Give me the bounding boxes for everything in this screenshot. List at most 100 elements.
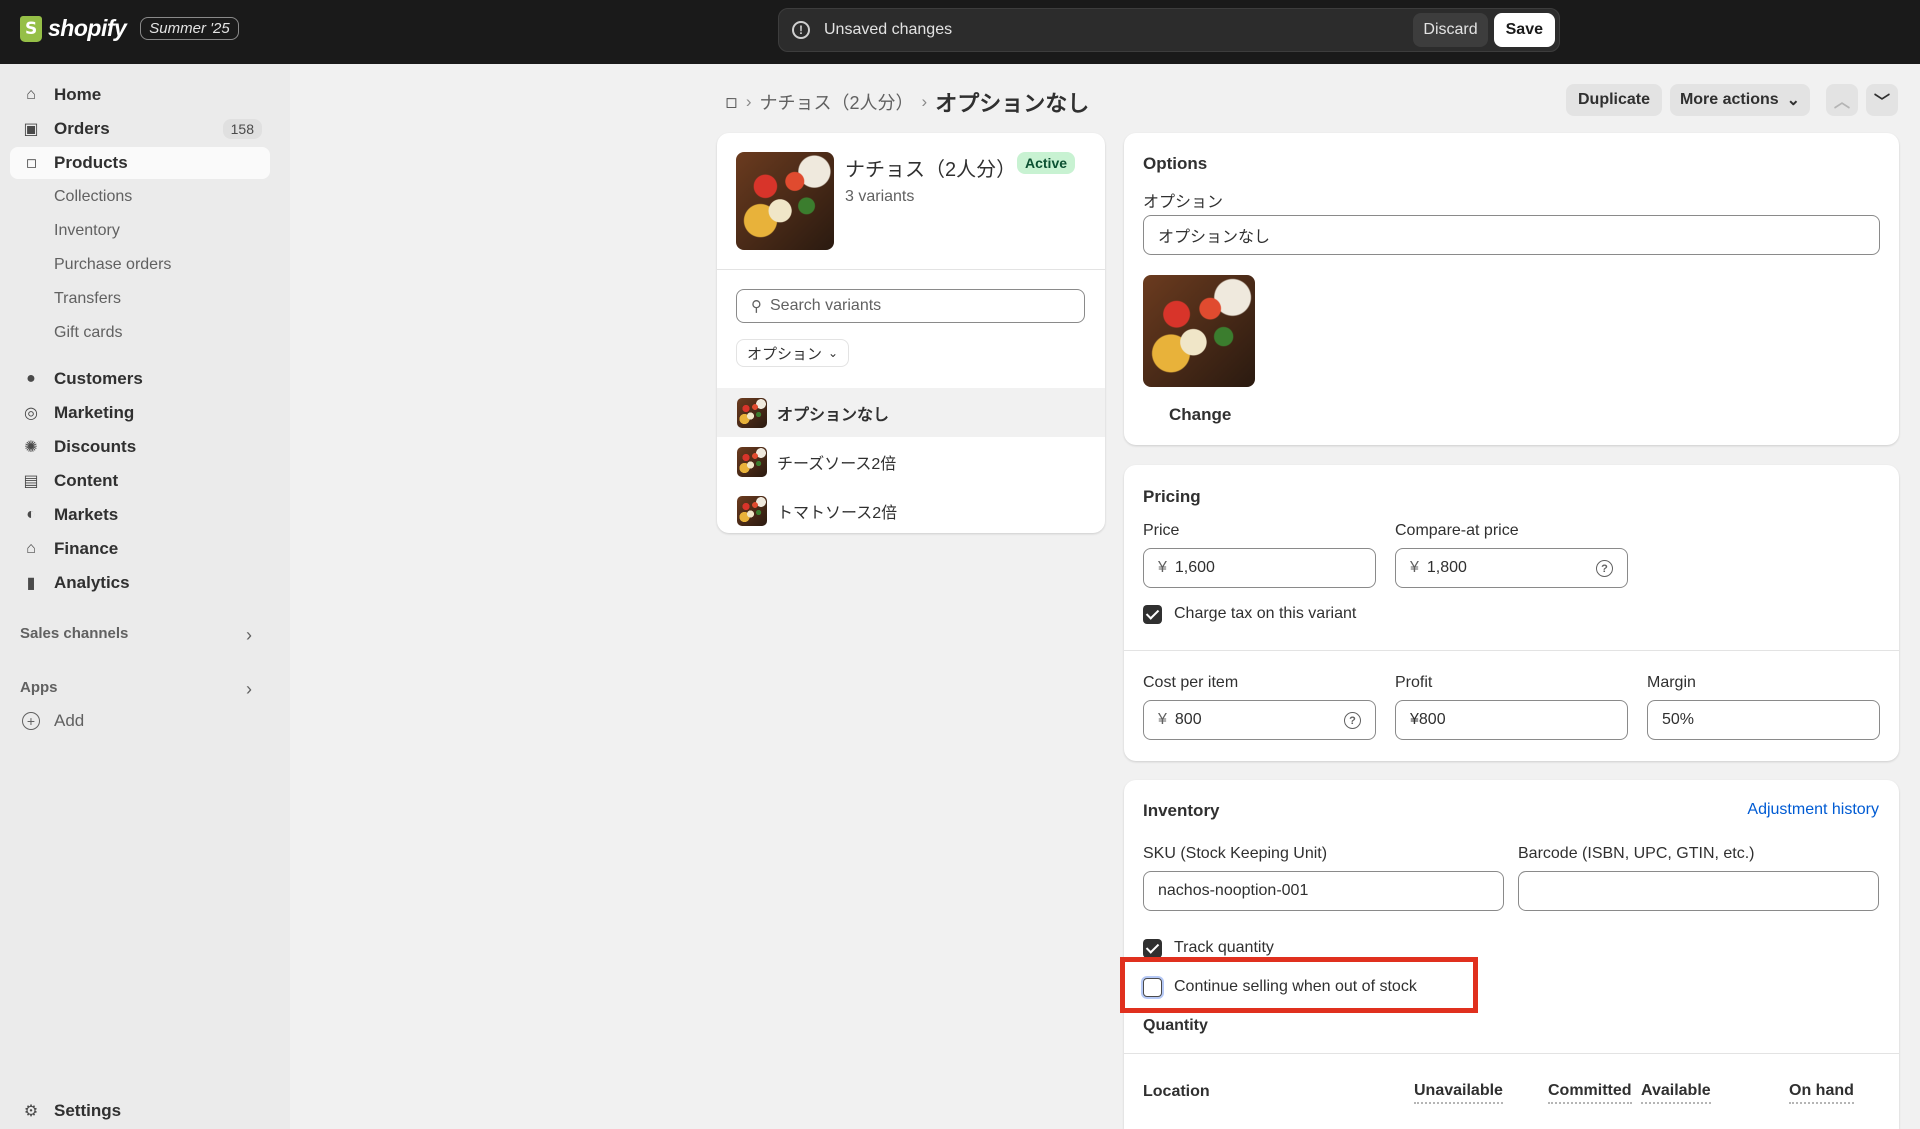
- adjustment-history-link[interactable]: Adjustment history: [1747, 801, 1879, 819]
- change-image-button[interactable]: Change: [1169, 405, 1231, 425]
- person-icon: ●: [26, 370, 36, 387]
- sidebar: ⌂ Home ▣ Orders 158 ◇ Products Collectio…: [0, 64, 290, 1129]
- divider: [717, 269, 1105, 270]
- sidebar-item-label: Customers: [54, 369, 143, 388]
- available-column-header[interactable]: Available: [1641, 1082, 1711, 1104]
- inbox-icon: ▣: [23, 121, 39, 138]
- variant-thumbnail: [737, 446, 767, 477]
- breadcrumb-product-link[interactable]: ナチョス（2人分）: [760, 89, 914, 115]
- gear-icon: ⚙: [23, 1103, 39, 1120]
- search-variants-input[interactable]: ⚲ Search variants: [736, 289, 1085, 323]
- edition-badge[interactable]: Summer '25: [140, 17, 239, 40]
- unavailable-column-header[interactable]: Unavailable: [1414, 1082, 1503, 1104]
- chevron-right-icon: ›: [246, 679, 252, 699]
- sidebar-item-markets[interactable]: ◐ Markets: [10, 499, 270, 531]
- sidebar-subitem-purchase-orders[interactable]: Purchase orders: [54, 256, 171, 274]
- sidebar-subitem-gift-cards[interactable]: Gift cards: [54, 324, 122, 342]
- tag-icon: ◇: [20, 152, 42, 174]
- sidebar-item-label: Orders: [54, 119, 110, 138]
- help-icon[interactable]: ?: [1344, 712, 1361, 729]
- sidebar-item-label: Finance: [54, 539, 119, 558]
- divider: [1124, 1053, 1899, 1054]
- sidebar-item-discounts[interactable]: ✺ Discounts: [10, 431, 270, 463]
- status-badge: Active: [1017, 152, 1076, 174]
- add-app-button[interactable]: + Add: [22, 711, 84, 731]
- barcode-input[interactable]: [1518, 871, 1879, 911]
- compare-price-value: 1,800: [1426, 559, 1467, 576]
- brand-name: shopify: [48, 15, 127, 41]
- alert-icon: !: [792, 21, 810, 39]
- committed-column-header[interactable]: Committed: [1548, 1082, 1632, 1104]
- margin-value: 50%: [1662, 711, 1695, 728]
- sidebar-subitem-inventory[interactable]: Inventory: [54, 222, 120, 240]
- variant-row[interactable]: トマトソース2倍: [717, 486, 1105, 535]
- track-quantity-label: Track quantity: [1174, 939, 1274, 956]
- sidebar-item-content[interactable]: ▤ Content: [10, 465, 270, 497]
- options-title: Options: [1143, 154, 1208, 173]
- filter-label: オプション: [747, 345, 823, 363]
- sidebar-item-finance[interactable]: ⌂ Finance: [10, 533, 270, 565]
- currency-prefix: ¥: [1410, 559, 1419, 576]
- charge-tax-checkbox[interactable]: [1143, 605, 1162, 624]
- help-icon[interactable]: ?: [1596, 560, 1613, 577]
- sidebar-subitem-transfers[interactable]: Transfers: [54, 290, 121, 308]
- margin-label: Margin: [1647, 674, 1696, 691]
- quantity-heading: Quantity: [1143, 1017, 1208, 1034]
- product-variants-card: ナチョス（2人分） Active 3 variants ⚲ Search var…: [717, 133, 1105, 533]
- compare-price-label: Compare-at price: [1395, 522, 1519, 539]
- price-value: 1,600: [1174, 559, 1215, 576]
- sidebar-item-analytics[interactable]: ▮ Analytics: [10, 567, 270, 599]
- sku-label: SKU (Stock Keeping Unit): [1143, 845, 1328, 862]
- on-hand-column-header[interactable]: On hand: [1789, 1082, 1854, 1104]
- price-input[interactable]: ¥ 1,600: [1143, 548, 1376, 588]
- shopify-logo[interactable]: shopify Summer '25: [20, 15, 239, 42]
- bar-chart-icon: ▮: [26, 575, 36, 592]
- previous-variant-button[interactable]: ︿: [1826, 84, 1858, 116]
- sidebar-item-marketing[interactable]: ◎ Marketing: [10, 397, 270, 429]
- barcode-label: Barcode (ISBN, UPC, GTIN, etc.): [1518, 845, 1755, 862]
- location-column-header: Location: [1143, 1083, 1210, 1100]
- tag-icon[interactable]: ◇: [719, 90, 744, 115]
- sidebar-item-label: Settings: [54, 1101, 122, 1120]
- sidebar-item-label: Discounts: [54, 437, 137, 456]
- variant-image[interactable]: [1143, 275, 1255, 387]
- sidebar-item-products[interactable]: ◇ Products: [10, 147, 270, 179]
- track-quantity-checkbox[interactable]: [1143, 939, 1162, 958]
- sidebar-item-settings[interactable]: ⚙ Settings: [10, 1095, 270, 1127]
- more-actions-button[interactable]: More actions ⌄: [1670, 84, 1810, 116]
- option-value-input[interactable]: オプションなし: [1143, 215, 1880, 255]
- sidebar-item-home[interactable]: ⌂ Home: [10, 79, 270, 111]
- option-filter-button[interactable]: オプション ⌄: [736, 339, 850, 367]
- cost-per-item-input[interactable]: ¥ 800 ?: [1143, 700, 1376, 740]
- duplicate-button[interactable]: Duplicate: [1566, 84, 1662, 116]
- search-icon: ⚲: [751, 298, 762, 315]
- price-label: Price: [1143, 522, 1180, 539]
- cost-label: Cost per item: [1143, 674, 1239, 691]
- inventory-title: Inventory: [1143, 801, 1220, 820]
- variant-row[interactable]: オプションなし: [717, 388, 1105, 437]
- sidebar-item-orders[interactable]: ▣ Orders 158: [10, 113, 270, 145]
- sales-channels-header[interactable]: Sales channels ›: [20, 625, 252, 646]
- chevron-down-icon: ﹀: [1873, 94, 1890, 111]
- search-placeholder: Search variants: [770, 297, 882, 314]
- sidebar-item-customers[interactable]: ● Customers: [10, 363, 270, 395]
- discard-button[interactable]: Discard: [1413, 13, 1488, 47]
- pricing-card: Pricing Price ¥ 1,600 Compare-at price ¥…: [1124, 465, 1899, 761]
- variant-row[interactable]: チーズソース2倍: [717, 437, 1105, 486]
- compare-price-input[interactable]: ¥ 1,800 ?: [1395, 548, 1628, 588]
- section-label: Sales channels: [20, 625, 129, 642]
- top-bar: shopify Summer '25 ! Unsaved changes Dis…: [0, 0, 1920, 64]
- apps-header[interactable]: Apps ›: [20, 679, 252, 700]
- product-image[interactable]: [736, 152, 834, 250]
- save-button[interactable]: Save: [1493, 13, 1555, 47]
- charge-tax-label: Charge tax on this variant: [1174, 605, 1357, 622]
- inventory-card: Inventory Adjustment history SKU (Stock …: [1124, 780, 1899, 1129]
- sidebar-item-label: Home: [54, 85, 102, 104]
- product-title[interactable]: ナチョス（2人分）: [845, 153, 1016, 182]
- sku-input[interactable]: nachos-nooption-001: [1143, 871, 1504, 911]
- divider: [1124, 650, 1899, 651]
- sidebar-subitem-collections[interactable]: Collections: [54, 188, 132, 206]
- next-variant-button[interactable]: ﹀: [1866, 84, 1898, 116]
- breadcrumb: ◇ › ナチョス（2人分） › オプションなし: [719, 86, 1090, 118]
- margin-field: 50%: [1647, 700, 1880, 740]
